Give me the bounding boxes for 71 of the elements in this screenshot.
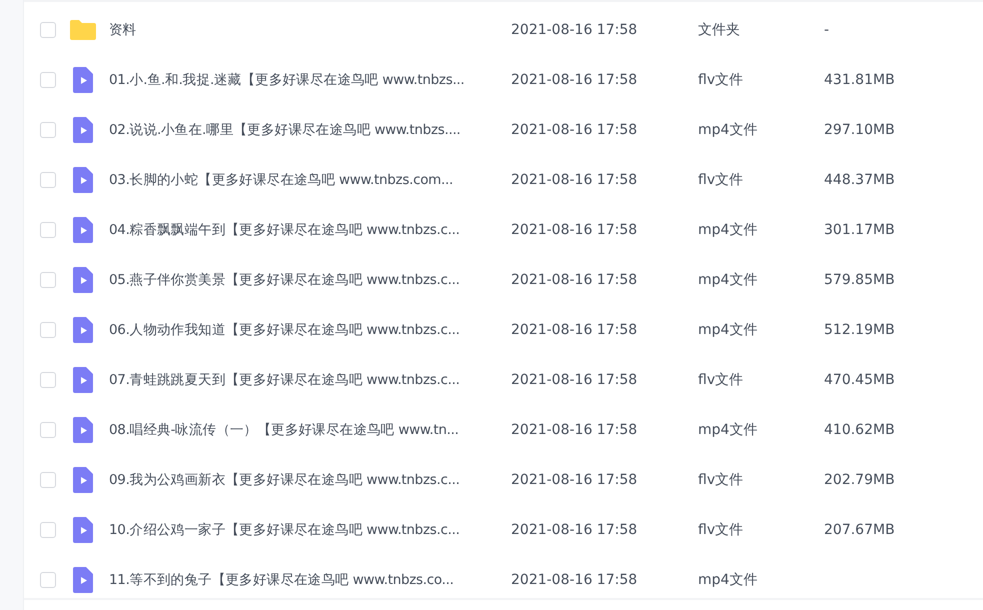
row-checkbox[interactable]	[40, 472, 56, 488]
file-name[interactable]: 07.青蛙跳跳夏天到【更多好课尽在途鸟吧 www.tnbzs.c...	[109, 371, 511, 389]
file-name[interactable]: 10.介绍公鸡一家子【更多好课尽在途鸟吧 www.tnbzs.c...	[109, 521, 511, 539]
modified-date: 2021-08-16 17:58	[511, 172, 638, 188]
file-size: 301.17MB	[824, 222, 895, 238]
modified-date: 2021-08-16 17:58	[511, 122, 638, 138]
modified-date: 2021-08-16 17:58	[511, 422, 638, 438]
video-file-icon	[73, 417, 93, 443]
video-file-icon	[73, 67, 93, 93]
file-name[interactable]: 01.小.鱼.和.我捉.迷藏【更多好课尽在途鸟吧 www.tnbzs...	[109, 71, 511, 89]
video-file-icon	[73, 217, 93, 243]
row-checkbox[interactable]	[40, 322, 56, 338]
file-name[interactable]: 09.我为公鸡画新衣【更多好课尽在途鸟吧 www.tnbzs.c...	[109, 471, 511, 489]
row-checkbox[interactable]	[40, 372, 56, 388]
video-file-icon	[73, 367, 93, 393]
file-size: 431.81MB	[824, 72, 895, 88]
file-type: mp4文件	[698, 271, 758, 289]
file-size: -	[824, 22, 830, 38]
file-size: 202.79MB	[824, 472, 895, 488]
file-name[interactable]: 06.人物动作我知道【更多好课尽在途鸟吧 www.tnbzs.c...	[109, 321, 511, 339]
video-file-icon	[73, 467, 93, 493]
row-checkbox[interactable]	[40, 222, 56, 238]
row-checkbox[interactable]	[40, 272, 56, 288]
file-size: 448.37MB	[824, 172, 895, 188]
modified-date: 2021-08-16 17:58	[511, 372, 638, 388]
file-type: mp4文件	[698, 121, 758, 139]
file-name[interactable]: 05.燕子伴你赏美景【更多好课尽在途鸟吧 www.tnbzs.c...	[109, 271, 511, 289]
modified-date: 2021-08-16 17:58	[511, 322, 638, 338]
video-file-icon	[73, 567, 93, 593]
file-type: flv文件	[698, 171, 744, 189]
video-file-icon	[73, 167, 93, 193]
file-name[interactable]: 04.粽香飘飘端午到【更多好课尽在途鸟吧 www.tnbzs.c...	[109, 221, 511, 239]
row-checkbox[interactable]	[40, 422, 56, 438]
file-size: 297.10MB	[824, 122, 895, 138]
row-checkbox[interactable]	[40, 572, 56, 588]
file-name[interactable]: 03.长脚的小蛇【更多好课尽在途鸟吧 www.tnbzs.com...	[109, 171, 511, 189]
file-type: flv文件	[698, 371, 744, 389]
file-type: mp4文件	[698, 221, 758, 239]
file-size: 470.45MB	[824, 372, 895, 388]
modified-date: 2021-08-16 17:58	[511, 222, 638, 238]
row-checkbox[interactable]	[40, 522, 56, 538]
modified-date: 2021-08-16 17:58	[511, 522, 638, 538]
modified-date: 2021-08-16 17:58	[511, 472, 638, 488]
row-checkbox[interactable]	[40, 172, 56, 188]
file-size: 579.85MB	[824, 272, 895, 288]
file-size: 410.62MB	[824, 422, 895, 438]
file-type: flv文件	[698, 471, 744, 489]
modified-date: 2021-08-16 17:58	[511, 22, 638, 38]
video-file-icon	[73, 317, 93, 343]
file-name[interactable]: 02.说说.小鱼在.哪里【更多好课尽在途鸟吧 www.tnbzs....	[109, 121, 511, 139]
file-name[interactable]: 08.唱经典-咏流传（一）【更多好课尽在途鸟吧 www.tn...	[109, 421, 511, 439]
video-file-icon	[73, 267, 93, 293]
file-type: flv文件	[698, 521, 744, 539]
row-checkbox[interactable]	[40, 22, 56, 38]
file-name[interactable]: 11.等不到的兔子【更多好课尽在途鸟吧 www.tnbzs.co...	[109, 571, 511, 589]
file-type: mp4文件	[698, 571, 758, 589]
video-file-icon	[73, 117, 93, 143]
folder-icon	[70, 20, 96, 40]
row-checkbox[interactable]	[40, 72, 56, 88]
file-type: 文件夹	[698, 21, 741, 39]
modified-date: 2021-08-16 17:58	[511, 72, 638, 88]
file-type: flv文件	[698, 71, 744, 89]
file-name[interactable]: 资料	[109, 21, 511, 39]
modified-date: 2021-08-16 17:58	[511, 572, 638, 588]
file-size: 512.19MB	[824, 322, 895, 338]
file-type: mp4文件	[698, 321, 758, 339]
modified-date: 2021-08-16 17:58	[511, 272, 638, 288]
video-file-icon	[73, 517, 93, 543]
file-size: 207.67MB	[824, 522, 895, 538]
row-checkbox[interactable]	[40, 122, 56, 138]
file-type: mp4文件	[698, 421, 758, 439]
